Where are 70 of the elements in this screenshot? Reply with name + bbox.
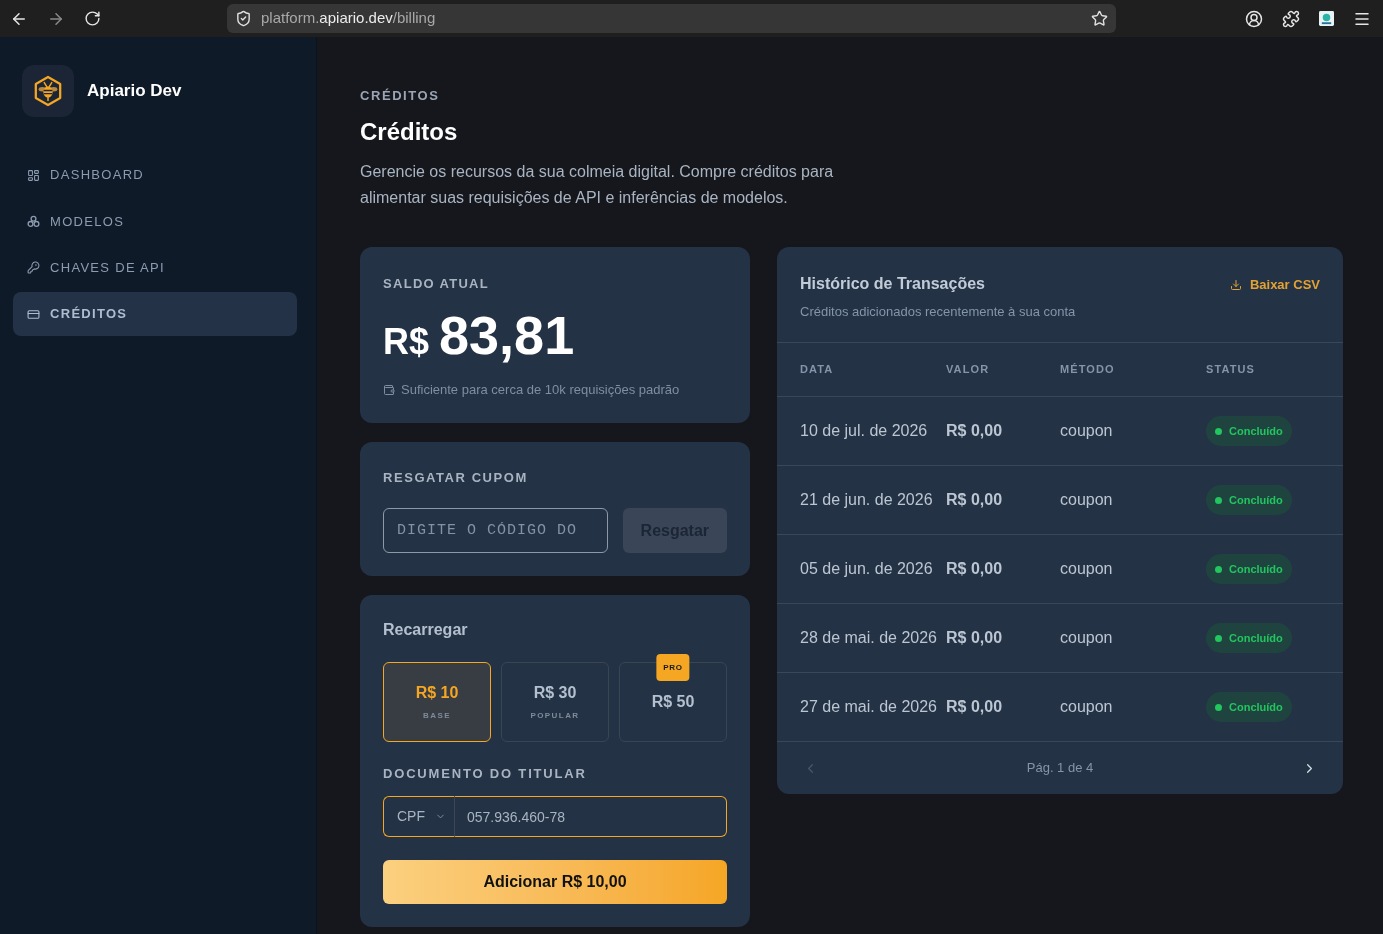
amount-cell-text: R$ 0,00 (946, 559, 1003, 579)
amount-cell-text: R$ 0,00 (946, 421, 1003, 441)
date-cell-text: 21 de jun. de 2026 (800, 490, 933, 510)
plan-price: R$ 10 (415, 683, 459, 703)
add-credits-button[interactable]: Adicionar R$ 10,00 (383, 860, 727, 904)
page-indicator: Pág. 1 de 4 (1026, 759, 1094, 778)
plan-option[interactable]: R$ 10 BASE (383, 662, 491, 742)
plan-tier-label: POPULAR (530, 711, 580, 721)
status-text: Concluído (1229, 699, 1283, 715)
column-header: MÉTODO (1060, 362, 1115, 378)
puzzle-icon[interactable] (1282, 9, 1300, 28)
date-cell-text: 27 de mai. de 2026 (800, 697, 937, 717)
history-title: Histórico de Transações (800, 274, 985, 294)
shield-icon (235, 10, 252, 27)
card-icon (27, 307, 40, 321)
reload-icon[interactable] (84, 10, 101, 27)
nav-item[interactable]: CHAVES DE API (13, 245, 297, 290)
account-icon[interactable] (1245, 9, 1263, 28)
amount-cell-text: R$ 0,00 (946, 490, 1003, 510)
key-icon (27, 261, 40, 275)
status-text: Concluído (1229, 561, 1283, 577)
brand-name: Apiario Dev (87, 80, 182, 103)
plan-badge: PRO (656, 654, 690, 681)
document-label: DOCUMENTO DO TITULAR (383, 766, 587, 782)
method-cell-text: coupon (1060, 490, 1113, 510)
document-type-select[interactable]: CPF (383, 796, 455, 837)
column-header: STATUS (1206, 362, 1255, 378)
status-text: Concluído (1229, 492, 1283, 508)
page-title: Créditos (360, 117, 458, 147)
balance-amount: 83,81 (439, 308, 575, 362)
balance-label: SALDO ATUAL (383, 276, 489, 292)
document-input[interactable]: 057.936.460-78 (455, 796, 727, 837)
status-text: Concluído (1229, 630, 1283, 646)
wallet-icon (383, 384, 395, 396)
method-cell-text: coupon (1060, 559, 1113, 579)
plan-tier-label: BASE (423, 711, 451, 721)
plan-price: R$ 30 (533, 683, 577, 703)
amount-cell-text: R$ 0,00 (946, 628, 1003, 648)
nav-item[interactable]: MODELOS (13, 199, 297, 244)
page-description: Gerencie os recursos da sua colmeia digital. Compre créditos para alimentar suas requisições de API e inferências de modelos. (360, 162, 835, 208)
nav-item[interactable]: DASHBOARD (13, 153, 297, 197)
bookmark-star-icon[interactable] (1091, 10, 1108, 27)
balance-note: Suficiente para cerca de 10k requisições padrão (401, 381, 680, 399)
recharge-title: Recarregar (383, 620, 468, 640)
page-eyebrow: CRÉDITOS (360, 88, 440, 104)
status-text: Concluído (1229, 423, 1283, 439)
extension-icon[interactable] (1319, 11, 1334, 26)
date-cell-text: 10 de jul. de 2026 (800, 421, 928, 441)
nav-item[interactable]: CRÉDITOS (13, 292, 297, 337)
plan-option[interactable]: R$ 30 POPULAR (501, 662, 609, 742)
bee-logo-icon (22, 65, 74, 117)
column-header: DATA (800, 362, 834, 378)
date-cell-text: 28 de mai. de 2026 (800, 628, 937, 648)
coupon-label: RESGATAR CUPOM (383, 470, 528, 486)
plan-price: R$ 50 (651, 692, 695, 712)
circles-icon (27, 214, 40, 228)
history-subtitle: Créditos adicionados recentemente à sua conta (800, 303, 1076, 321)
coupon-input[interactable]: DIGITE O CÓDIGO DO (383, 508, 608, 553)
amount-cell-text: R$ 0,00 (946, 697, 1003, 717)
date-cell-text: 05 de jun. de 2026 (800, 559, 933, 579)
method-cell-text: coupon (1060, 421, 1113, 441)
method-cell-text: coupon (1060, 628, 1113, 648)
download-csv-link[interactable]: Baixar CSV (1229, 275, 1320, 295)
address-bar[interactable]: platform.apiario.dev/billing (227, 4, 1116, 33)
grid-icon (27, 168, 40, 182)
method-cell-text: coupon (1060, 697, 1113, 717)
column-header: VALOR (946, 362, 990, 378)
currency-symbol: R$ (383, 324, 430, 360)
download-icon (1229, 278, 1242, 291)
url-text: platform.apiario.dev/billing (261, 8, 436, 29)
